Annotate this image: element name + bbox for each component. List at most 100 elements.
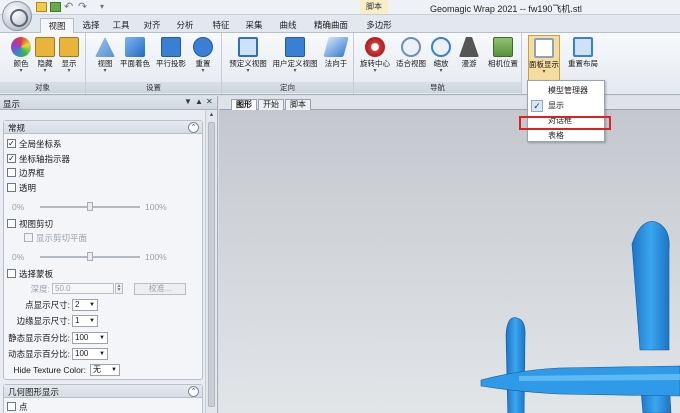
hide-texture-label: Hide Texture Color: — [13, 365, 86, 375]
checkbox-checked-icon: ✓ — [7, 154, 16, 163]
tab-features[interactable]: 特征 — [208, 18, 234, 33]
rotation-center-button[interactable]: 旋转中心 ▾ — [358, 35, 392, 81]
parallel-projection-button[interactable]: 平行投影 — [154, 35, 188, 81]
highlight-box — [519, 116, 611, 130]
airplane-model[interactable] — [219, 110, 680, 413]
new-icon[interactable] — [36, 2, 47, 12]
section-title: 几何图形显示 — [8, 387, 60, 397]
calibrate-button[interactable]: 校准... — [134, 283, 186, 295]
tab-script[interactable]: 脚本 — [285, 99, 311, 110]
static-percent-select[interactable]: 100 ▼ — [72, 332, 108, 344]
depth-spinner[interactable]: ▲ ▼ — [115, 283, 123, 294]
section-header[interactable]: 常规 ⌃ — [4, 121, 202, 134]
collapse-icon[interactable]: ⌃ — [188, 122, 199, 133]
camera-position-icon — [493, 37, 513, 57]
reset-layout-button[interactable]: 重置布局 — [564, 35, 602, 81]
chevron-down-icon: ▼ — [89, 302, 95, 308]
normal-to-icon — [323, 37, 349, 57]
chevron-down-icon: ▼ — [89, 318, 95, 324]
section-general: 常规 ⌃ ✓ 全局坐标系 ✓ 坐标轴指示器 边界框 透明 0% 100% 视图剪… — [3, 120, 203, 380]
group-settings: 视图 ▾ 平面着色 平行投影 重置 ▾ 设置 — [86, 33, 222, 94]
user-defined-view-button[interactable]: 用户定义视图 ▾ — [272, 35, 318, 81]
static-percent-label: 静态显示百分比: — [8, 333, 70, 343]
edge-size-select[interactable]: 1 ▼ — [72, 315, 98, 327]
tab-analysis[interactable]: 分析 — [172, 18, 198, 33]
fit-view-button[interactable]: 适合视图 — [394, 35, 428, 81]
group-navigation: 旋转中心 ▾ 适合视图 缩放 ▾ 漫游 相机位置 导航 — [354, 33, 522, 94]
tab-graphics[interactable]: 图形 — [231, 99, 257, 110]
clip-slider-thumb[interactable] — [87, 252, 93, 261]
group-object: 颜色 ▾ 隐藏 ▾ 显示 ▾ 对象 — [0, 33, 86, 94]
tail-shape — [505, 317, 526, 413]
view-button[interactable]: 视图 ▾ — [88, 35, 122, 81]
panel-display-button[interactable]: 面板显示 ▾ — [528, 35, 560, 81]
dynamic-percent-select[interactable]: 100 ▼ — [72, 348, 108, 360]
wing-shape — [631, 221, 670, 351]
transparency-slider-thumb[interactable] — [87, 202, 93, 211]
context-tab[interactable]: 脚本 — [360, 0, 388, 14]
open-icon[interactable] — [50, 2, 61, 12]
3d-scene[interactable] — [219, 110, 680, 413]
panel-display-menu: 模型管理器 ✓ 显示 对话框 表格 — [519, 80, 611, 143]
transparency-min-label: 0% — [12, 202, 25, 212]
group-label-settings: 设置 — [86, 82, 221, 93]
panel-pin-icon[interactable]: ▲ — [195, 97, 203, 106]
window-title: Geomagic Wrap 2021 -- fw190飞机.stl — [430, 4, 582, 14]
group-label-navigation: 导航 — [354, 82, 521, 93]
parallel-projection-icon — [161, 37, 181, 57]
check-icon: ✓ — [531, 100, 543, 112]
scrollbar-thumb[interactable] — [208, 122, 215, 407]
tab-view[interactable]: 视图 — [40, 18, 74, 34]
predefined-view-button[interactable]: 预定义视图 ▾ — [228, 35, 268, 81]
application-menu-button[interactable] — [2, 1, 32, 31]
menu-item-display[interactable]: ✓ 显示 — [528, 99, 604, 113]
reset-view-button[interactable]: 重置 ▾ — [186, 35, 220, 81]
tab-curves[interactable]: 曲线 — [275, 18, 301, 33]
walk-button[interactable]: 漫游 — [454, 35, 484, 81]
tab-align[interactable]: 对齐 — [139, 18, 165, 33]
tab-tools[interactable]: 工具 — [108, 18, 134, 33]
tab-polygons[interactable]: 多边形 — [362, 18, 396, 33]
point-size-label: 点显示尺寸: — [25, 300, 70, 310]
flat-shading-icon — [125, 37, 145, 57]
hide-texture-select[interactable]: 无 ▼ — [90, 364, 120, 376]
edge-size-label: 边缘显示尺寸: — [16, 316, 70, 326]
point-size-select[interactable]: 2 ▼ — [72, 299, 98, 311]
tab-start[interactable]: 开始 — [258, 99, 284, 110]
tab-capture[interactable]: 采集 — [241, 18, 267, 33]
scroll-up-icon[interactable]: ▲ — [207, 111, 216, 120]
chevron-down-icon: ▼ — [99, 335, 105, 341]
title-bar: ↶ ↷ ▾ 脚本 Geomagic Wrap 2021 -- fw190飞机.s… — [0, 0, 680, 31]
group-label-object: 对象 — [0, 82, 85, 93]
menu-item-display-label: 显示 — [548, 101, 564, 110]
group-label-orientation: 定向 — [222, 82, 353, 93]
predefined-view-icon — [238, 37, 258, 57]
panel-close-icon[interactable]: ✕ — [206, 97, 213, 106]
menu-item-table[interactable]: 表格 — [528, 129, 604, 143]
clip-min-label: 0% — [12, 252, 25, 262]
collapse-icon[interactable]: ⌃ — [188, 386, 199, 397]
section-header[interactable]: 几何图形显示 ⌃ — [4, 385, 202, 398]
panel-menu-icon[interactable]: ▼ — [184, 97, 192, 106]
show-button[interactable]: 显示 ▾ — [52, 35, 86, 81]
panel-display-icon — [534, 38, 554, 58]
quick-access-dropdown-icon[interactable]: ▾ — [100, 2, 111, 12]
undo-icon[interactable]: ↶ — [64, 2, 75, 13]
menu-item-model-manager[interactable]: 模型管理器 — [528, 84, 604, 98]
flat-shading-button[interactable]: 平面着色 — [118, 35, 152, 81]
tab-select[interactable]: 选择 — [78, 18, 104, 33]
view-tab-bar: 图形 开始 脚本 — [219, 96, 680, 110]
tab-exact-surfaces[interactable]: 精确曲面 — [310, 18, 352, 33]
zoom-icon — [431, 37, 451, 57]
redo-icon[interactable]: ↷ — [78, 2, 89, 13]
clip-max-label: 100% — [145, 252, 167, 262]
reset-icon — [193, 37, 213, 57]
zoom-button[interactable]: 缩放 ▾ — [426, 35, 456, 81]
checkbox-icon — [7, 269, 16, 278]
depth-input[interactable]: 50.0 — [52, 283, 114, 294]
normal-to-button[interactable]: 法向于 — [320, 35, 352, 81]
display-panel: 显示 ▼ ▲ ✕ 常规 ⌃ ✓ 全局坐标系 ✓ 坐标轴指示器 边界框 透明 0%… — [0, 96, 218, 413]
panel-scrollbar[interactable]: ▲ — [205, 110, 217, 413]
camera-position-button[interactable]: 相机位置 — [484, 35, 522, 81]
fit-view-icon — [401, 37, 421, 57]
